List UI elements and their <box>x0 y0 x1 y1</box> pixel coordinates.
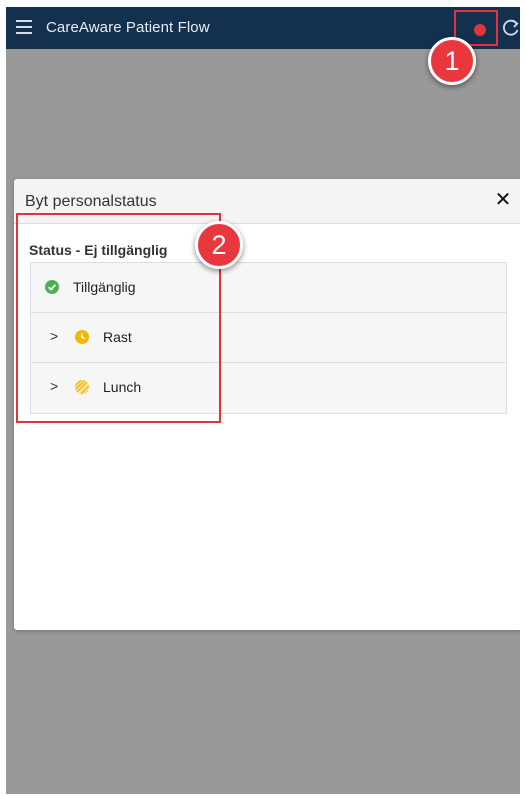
check-circle-icon <box>45 280 59 294</box>
callout-badge-2: 2 <box>195 221 243 269</box>
status-item-tillganglig[interactable]: Tillgänglig <box>31 263 506 313</box>
chevron-right-icon[interactable]: > <box>50 328 58 344</box>
change-staff-status-dialog: Byt personalstatus ✕ Status - Ej tillgän… <box>14 179 520 630</box>
clock-icon <box>75 330 89 344</box>
hamburger-menu-icon[interactable] <box>16 20 32 34</box>
section-title: Status - Ej tillgänglig <box>29 242 168 258</box>
close-button[interactable]: ✕ <box>493 190 513 210</box>
status-indicator-icon <box>474 24 486 36</box>
status-item-lunch[interactable]: > Lunch <box>31 363 506 413</box>
callout-badge-1: 1 <box>428 37 476 85</box>
refresh-icon[interactable] <box>502 18 520 38</box>
dialog-title: Byt personalstatus <box>25 193 157 210</box>
app-window: CareAware Patient Flow Byt personalstatu… <box>6 7 520 794</box>
status-item-label: Rast <box>103 329 132 345</box>
app-title: CareAware Patient Flow <box>46 19 210 36</box>
status-list: Tillgänglig > Rast > Lunch <box>30 262 507 414</box>
chevron-right-icon[interactable]: > <box>50 378 58 394</box>
status-item-label: Tillgänglig <box>73 279 136 295</box>
status-item-rast[interactable]: > Rast <box>31 313 506 363</box>
striped-circle-icon <box>75 380 89 394</box>
dialog-header: Byt personalstatus ✕ <box>14 179 520 224</box>
status-item-label: Lunch <box>103 379 142 395</box>
